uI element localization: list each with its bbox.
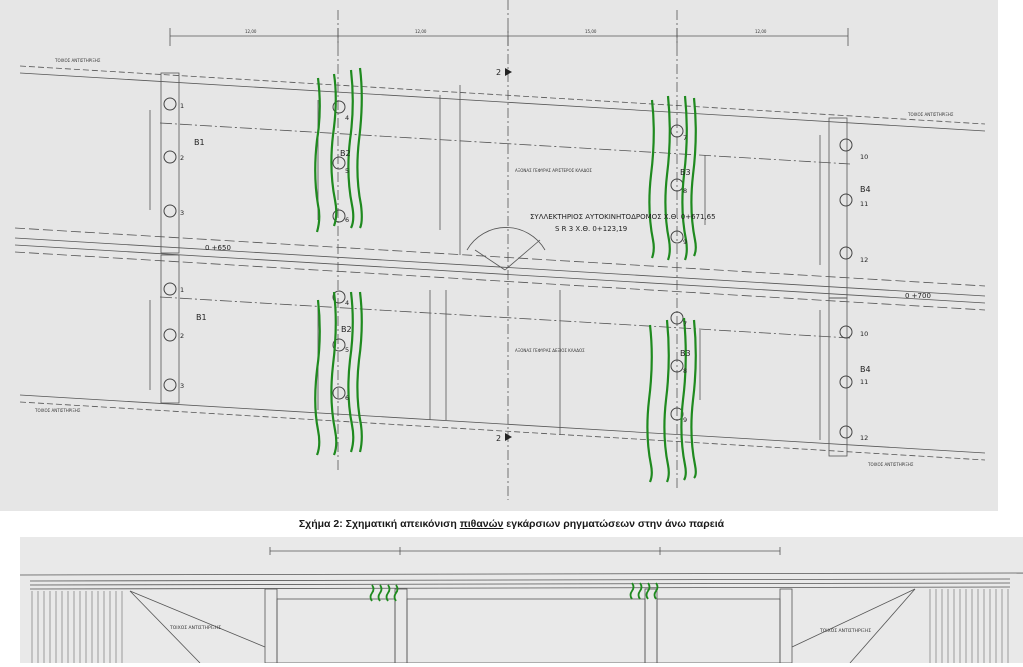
pier-b1-upper: B1: [194, 138, 205, 147]
dim-2: 12,00: [415, 29, 427, 34]
caption-suffix: εγκάρσιων ρηγματώσεων στην άνω παρειά: [503, 518, 725, 530]
pile-11: 11: [860, 200, 868, 208]
pile-2-lower: 2: [180, 332, 184, 340]
pile-2: 2: [180, 154, 184, 162]
pile-10-lower: 10: [860, 330, 868, 338]
elev-abutment-right: ΤΟΙΧΟΣ ΑΝΤΙΣΤΗΡΙΞΗΣ: [819, 628, 871, 634]
pile-5: 5: [345, 167, 349, 175]
caption-underlined: πιθανών: [459, 518, 504, 530]
pile-12-lower: 12: [860, 434, 868, 442]
abutment-label-bl: ΤΟΙΧΟΣ ΑΝΤΙΣΤΗΡΙΞΗΣ: [34, 408, 81, 413]
abutment-label-br: ΤΟΙΧΟΣ ΑΝΤΙΣΤΗΡΙΞΗΣ: [867, 462, 914, 467]
dim-1: 12,00: [245, 29, 257, 34]
pile-4-lower: 4: [345, 299, 349, 307]
pile-6-lower: 6: [345, 394, 349, 402]
pile-6: 6: [345, 216, 349, 224]
pile-9-lower: 9: [683, 416, 687, 424]
pile-11-lower: 11: [860, 378, 868, 386]
pile-1: 1: [180, 102, 184, 110]
pile-7-lower: 7: [683, 320, 687, 328]
plan-drawing: 12,00 12,00 15,00 12,00 ΤΟΙΧΟΣ ΑΝΤΙΣΤΗΡΙ…: [0, 0, 998, 511]
road-label-2: S R 3 Χ.Θ. 0+123,19: [555, 225, 627, 233]
pier-b2-lower: B2: [341, 325, 352, 334]
section-mark-bottom: 2: [496, 434, 501, 443]
pile-10: 10: [860, 153, 868, 161]
abutment-label-tr: ΤΟΙΧΟΣ ΑΝΤΙΣΤΗΡΙΞΗΣ: [907, 112, 954, 117]
pier-b1-lower: B1: [196, 313, 207, 322]
elevation-drawing: ΤΟΙΧΟΣ ΑΝΤΙΣΤΗΡΙΞΗΣ ΤΟΙΧΟΣ ΑΝΤΙΣΤΗΡΙΞΗΣ: [19, 537, 1023, 664]
pile-8: 8: [683, 187, 687, 195]
elev-abutment-left: ΤΟΙΧΟΣ ΑΝΤΙΣΤΗΡΙΞΗΣ: [169, 625, 221, 631]
chainage-left: 0 +650: [205, 244, 231, 252]
pile-7: 7: [683, 134, 687, 142]
dim-4: 12,00: [755, 29, 767, 34]
road-label-1: ΣΥΛΛΕΚΤΗΡΙΟΣ ΑΥΤΟΚΙΝΗΤΟΔΡΟΜΟΣ Χ.Θ. 0+671…: [530, 213, 716, 221]
pier-b4-lower: B4: [860, 365, 871, 374]
dim-3: 15,00: [585, 29, 597, 34]
section-mark-top: 2: [496, 68, 501, 77]
figure-caption: Σχήμα 2: Σχηματική απεικόνιση πιθανών εγ…: [0, 511, 1023, 537]
elevation-crack-markings: [369, 582, 659, 602]
plan-drawing-svg: 12,00 12,00 15,00 12,00 ΤΟΙΧΟΣ ΑΝΤΙΣΤΗΡΙ…: [14, 0, 986, 500]
pier-b3-lower: B3: [680, 349, 691, 358]
pile-9: 9: [683, 238, 687, 246]
pile-3-lower: 3: [180, 382, 184, 390]
abutment-label-tl: ΤΟΙΧΟΣ ΑΝΤΙΣΤΗΡΙΞΗΣ: [54, 58, 101, 63]
caption-prefix: Σχήμα 2: Σχηματική απεικόνιση: [298, 518, 460, 530]
pile-3: 3: [180, 209, 184, 217]
chainage-right: 0 +700: [905, 292, 931, 300]
elevation-drawing-svg: ΤΟΙΧΟΣ ΑΝΤΙΣΤΗΡΙΞΗΣ ΤΟΙΧΟΣ ΑΝΤΙΣΤΗΡΙΞΗΣ: [19, 547, 1023, 664]
pile-1-lower: 1: [180, 286, 184, 294]
pile-4: 4: [345, 114, 349, 122]
pile-5-lower: 5: [345, 346, 349, 354]
pile-8-lower: 8: [683, 367, 687, 375]
axis-lower-label: ΑΞΟΝΑΣ ΓΕΦΥΡΑΣ ΔΕΞΙΟΣ ΚΛΑΔΟΣ: [515, 348, 585, 353]
pile-12: 12: [860, 256, 868, 264]
pier-b3-upper: B3: [680, 168, 691, 177]
axis-upper-label: ΑΞΟΝΑΣ ΓΕΦΥΡΑΣ ΑΡΙΣΤΕΡΟΣ ΚΛΑΔΟΣ: [515, 168, 592, 173]
pier-b4-upper: B4: [860, 185, 871, 194]
pier-b2-upper: B2: [340, 149, 351, 158]
